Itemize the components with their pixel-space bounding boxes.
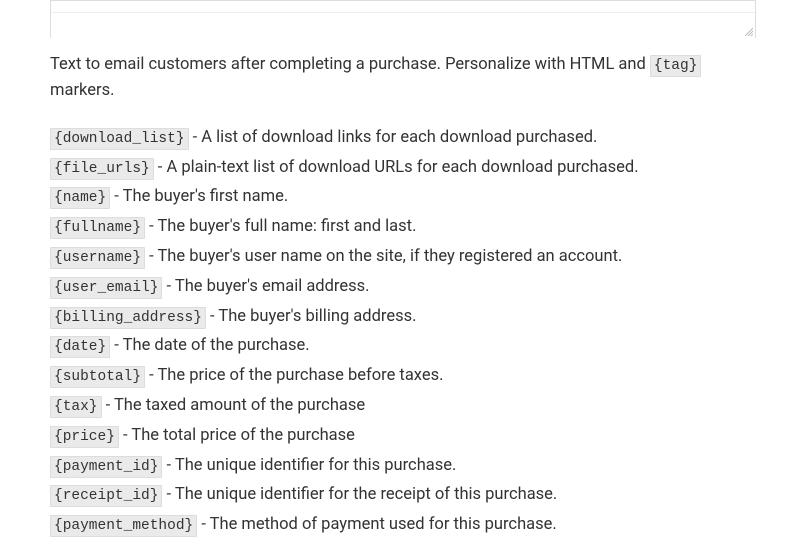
tag-desc: - The buyer's email address. xyxy=(162,277,369,296)
tag-desc: - A list of download links for each down… xyxy=(189,128,598,147)
tag-row: {payment_id} - The unique identifier for… xyxy=(50,451,756,481)
tag-desc: - The buyer's user name on the site, if … xyxy=(145,247,622,266)
tag-code: {payment_id} xyxy=(50,456,162,478)
tag-list: {download_list} - A list of download lin… xyxy=(50,123,756,540)
tag-row: {download_list} - A list of download lin… xyxy=(50,123,756,153)
tag-code: {price} xyxy=(50,426,119,448)
tag-code: {tax} xyxy=(50,396,102,418)
tag-code: {download_list} xyxy=(50,128,189,150)
tag-row: {price} - The total price of the purchas… xyxy=(50,421,756,451)
textarea-bottom-area xyxy=(51,13,755,38)
intro-prefix: Text to email customers after completing… xyxy=(50,55,650,74)
tag-row: {name} - The buyer's first name. xyxy=(50,182,756,212)
tag-row: {user_email} - The buyer's email address… xyxy=(50,272,756,302)
tag-code: {receipt_id} xyxy=(50,485,162,507)
tag-code: {user_email} xyxy=(50,277,162,299)
tag-row: {fullname} - The buyer's full name: firs… xyxy=(50,212,756,242)
tag-desc: - The buyer's first name. xyxy=(110,187,288,206)
tag-code: {name} xyxy=(50,187,110,209)
tag-desc: - The buyer's full name: first and last. xyxy=(145,217,416,236)
tag-desc: - The date of the purchase. xyxy=(110,336,309,355)
tag-desc: - The method of payment used for this pu… xyxy=(197,515,557,534)
tag-code-example: {tag} xyxy=(650,55,702,77)
tag-desc: - The unique identifier for the receipt … xyxy=(162,485,557,504)
tag-row: {subtotal} - The price of the purchase b… xyxy=(50,361,756,391)
tag-code: {date} xyxy=(50,336,110,358)
settings-help-section: Text to email customers after completing… xyxy=(0,0,806,540)
tag-desc: - A plain-text list of download URLs for… xyxy=(154,158,639,177)
tag-row: {tax} - The taxed amount of the purchase xyxy=(50,391,756,421)
tag-desc: - The price of the purchase before taxes… xyxy=(145,366,443,385)
tag-code: {fullname} xyxy=(50,217,145,239)
tag-code: {payment_method} xyxy=(50,515,197,537)
tag-desc: - The unique identifier for this purchas… xyxy=(162,456,456,475)
tag-row: {date} - The date of the purchase. xyxy=(50,331,756,361)
email-body-textarea[interactable] xyxy=(50,0,756,38)
tag-code: {username} xyxy=(50,247,145,269)
tag-row: {payment_method} - The method of payment… xyxy=(50,510,756,540)
tag-row: {file_urls} - A plain-text list of downl… xyxy=(50,153,756,183)
tag-desc: - The taxed amount of the purchase xyxy=(102,396,366,415)
intro-suffix: markers. xyxy=(50,81,114,100)
resize-handle-icon[interactable] xyxy=(743,26,753,36)
tag-code: {subtotal} xyxy=(50,366,145,388)
tag-row: {username} - The buyer's user name on th… xyxy=(50,242,756,272)
intro-text: Text to email customers after completing… xyxy=(50,52,756,105)
tag-row: {receipt_id} - The unique identifier for… xyxy=(50,480,756,510)
tag-desc: - The buyer's billing address. xyxy=(206,307,417,326)
tag-row: {billing_address} - The buyer's billing … xyxy=(50,302,756,332)
textarea-top-border xyxy=(51,1,755,13)
tag-code: {billing_address} xyxy=(50,307,206,329)
tag-desc: - The total price of the purchase xyxy=(119,426,355,445)
tag-code: {file_urls} xyxy=(50,158,154,180)
